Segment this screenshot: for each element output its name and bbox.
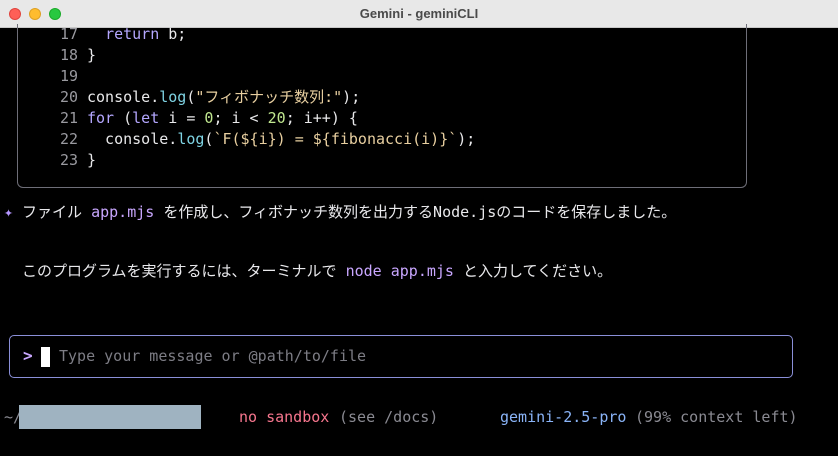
command-highlight: node app.mjs [345, 262, 454, 280]
code-line: 17 return b; [18, 24, 186, 45]
filename-highlight: app.mjs [91, 203, 155, 221]
window-title: Gemini - geminiCLI [359, 6, 479, 21]
code-token: return [105, 25, 160, 43]
code-block: 17 return b; 18} 19 20 console.log("フィボナッチ数列… [17, 24, 747, 188]
code-token: console. [87, 130, 178, 148]
line-number: 19 [59, 67, 78, 85]
model-name: gemini-2.5-pro [500, 408, 627, 426]
line-number: 22 [59, 130, 78, 148]
line-number: 17 [59, 25, 78, 43]
code-token: 20 [267, 109, 286, 127]
code-token: ; i++) { [285, 109, 358, 127]
line-number: 21 [59, 109, 78, 127]
code-line: 21 for (let i = 0; i < 20; i++) { [18, 108, 358, 129]
terminal-area: 17 return b; 18} 19 20 console.log("フィボナッチ数列… [0, 24, 838, 456]
code-token: `F(${i}) = ${fibonacci(i)}` [213, 130, 458, 148]
assistant-message-line-2: このプログラムを実行するには、ターミナルで node app.mjs と入力して… [22, 261, 612, 282]
code-token: log [159, 88, 187, 106]
code-token: i = [159, 109, 205, 127]
code-line: 23} [18, 150, 96, 171]
message-input-box[interactable]: > Type your message or @path/to/file [9, 335, 793, 378]
code-token: ); [342, 88, 361, 106]
message-text: を作成し、フィボナッチ数列を出力するNode.jsのコードを保存しました。 [154, 203, 677, 221]
line-number: 18 [59, 46, 78, 64]
code-token: ); [457, 130, 476, 148]
redacted-path [19, 405, 201, 429]
code-token: b; [159, 25, 187, 43]
code-line: 18} [18, 45, 96, 66]
code-token: console. [87, 88, 160, 106]
context-remaining: (99% context left) [635, 408, 798, 426]
sandbox-status: no sandbox [239, 408, 330, 426]
assistant-message-line-1: ✦ ファイル app.mjs を作成し、フィボナッチ数列を出力するNode.js… [4, 202, 676, 223]
code-token: log [177, 130, 205, 148]
line-number: 23 [59, 151, 78, 169]
line-number: 20 [59, 88, 78, 106]
code-line: 22 console.log(`F(${i}) = ${fibonacci(i)… [18, 129, 475, 150]
code-token: ( [114, 109, 133, 127]
prompt-chevron: > [23, 346, 33, 365]
sparkle-icon: ✦ [4, 203, 14, 221]
code-line: 19 [18, 66, 87, 87]
sandbox-docs-note: (see /docs) [339, 408, 439, 426]
message-text: このプログラムを実行するには、ターミナルで [22, 262, 346, 280]
message-text: と入力してください。 [453, 262, 613, 280]
code-token: for [87, 109, 115, 127]
message-input-placeholder[interactable]: Type your message or @path/to/file [59, 347, 366, 365]
code-token: } [87, 46, 97, 64]
text-cursor [41, 347, 50, 367]
code-line: 20 console.log("フィボナッチ数列:"); [18, 87, 360, 108]
code-token: } [87, 151, 97, 169]
code-token: ; i < [213, 109, 268, 127]
code-token: let [132, 109, 160, 127]
message-text: ファイル [13, 203, 92, 221]
code-token: "フィボナッチ数列:" [195, 88, 343, 106]
